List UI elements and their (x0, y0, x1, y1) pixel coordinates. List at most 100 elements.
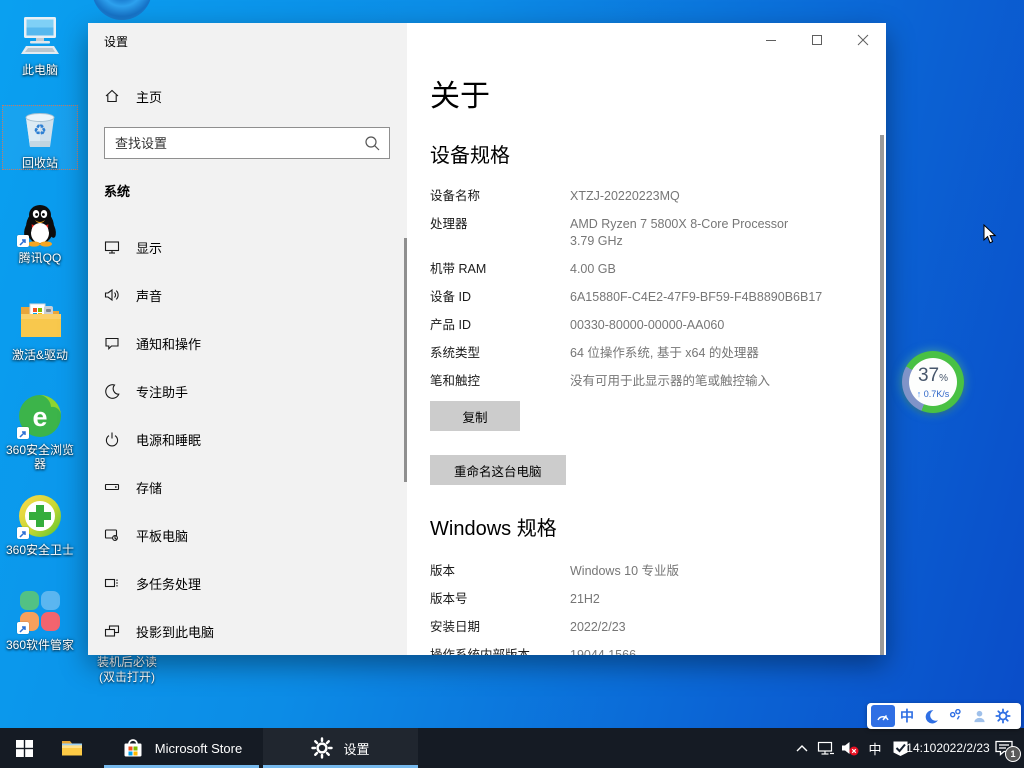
spec-label: 操作系统内部版本 (430, 647, 570, 655)
sidebar-item-power-sleep[interactable]: 电源和睡眠 (88, 415, 404, 463)
settings-sidebar: 设置 主页 系统 (88, 23, 407, 655)
spec-label: 版本号 (430, 591, 570, 608)
device-spec-rows: 设备名称 XTZJ-20220223MQ 处理器 AMD Ryzen 7 580… (430, 188, 886, 390)
sidebar-item-projecting[interactable]: 投影到此电脑 (88, 607, 404, 655)
start-button[interactable] (0, 728, 48, 768)
desktop-icon-readme[interactable]: 装机后必读(双击打开) (92, 655, 162, 685)
360-browser-icon: e (16, 392, 64, 440)
sidebar-item-multitasking[interactable]: 多任务处理 (88, 559, 404, 607)
ime-language-mode[interactable]: 中 (895, 705, 919, 727)
tray-date: 2022/2/23 (936, 741, 989, 755)
spec-label: 安装日期 (430, 619, 570, 636)
tray-volume-muted-icon[interactable] (838, 728, 862, 768)
sidebar-item-notifications[interactable]: 通知和操作 (88, 319, 404, 367)
spec-row-edition: 版本 Windows 10 专业版 (430, 563, 886, 580)
sidebar-item-label: 投影到此电脑 (136, 622, 214, 641)
desktop-icon-label: 回收站 (2, 156, 78, 170)
sidebar-item-display[interactable]: 显示 (88, 223, 404, 271)
storage-icon (104, 479, 120, 495)
sidebar-item-focus-assist[interactable]: 专注助手 (88, 367, 404, 415)
spec-row-processor: 处理器 AMD Ryzen 7 5800X 8-Core Processor 3… (430, 216, 886, 250)
desktop-icon-tencent-qq[interactable]: 腾讯QQ (2, 200, 78, 265)
tray-ime-indicator[interactable]: 中 (862, 728, 888, 768)
file-explorer-button[interactable] (48, 728, 96, 768)
spec-value: 4.00 GB (570, 261, 616, 278)
tray-time: 14:10 (906, 741, 936, 755)
desktop-icon-360-manager[interactable]: 360软件管家 (2, 587, 78, 652)
tray-clock[interactable]: 14:10 2022/2/23 (912, 728, 984, 768)
spec-value: 00330-80000-00000-AA060 (570, 317, 724, 334)
spec-row-pen-touch: 笔和触控 没有可用于此显示器的笔或触控输入 (430, 373, 886, 390)
ime-settings-gear-icon[interactable] (991, 705, 1015, 727)
spec-label: 设备名称 (430, 188, 570, 205)
tray-network-icon[interactable] (814, 728, 838, 768)
desktop-icon-label: 360安全浏览器 (2, 443, 78, 471)
ime-gauge-icon[interactable] (871, 705, 895, 727)
spec-value: 19044.1566 (570, 647, 636, 655)
maximize-button[interactable] (794, 23, 840, 57)
search-input[interactable] (105, 128, 389, 158)
device-spec-heading: 设备规格 (430, 142, 886, 170)
ime-user-icon[interactable] (967, 705, 991, 727)
taskbar-settings-label: 设置 (343, 739, 369, 758)
shortcut-arrow-icon (17, 427, 29, 439)
spec-value: 21H2 (570, 591, 600, 608)
ime-moon-icon[interactable] (919, 705, 943, 727)
notifications-icon (104, 335, 120, 351)
display-icon (104, 239, 120, 255)
desktop-icon-360-safe[interactable]: 360安全卫士 (2, 492, 78, 557)
taskbar-settings[interactable]: 设置 (263, 728, 418, 768)
spec-label: 版本 (430, 563, 570, 580)
tray-chevron-up-icon[interactable] (790, 728, 814, 768)
spec-row-ram: 机带 RAM 4.00 GB (430, 261, 886, 278)
desktop-icon-activate-drivers[interactable]: 激活&驱动 (2, 297, 78, 362)
page-title: 关于 (430, 80, 886, 114)
main-scrollbar[interactable] (880, 135, 884, 655)
rename-pc-button[interactable]: 重命名这台电脑 (430, 455, 566, 485)
tablet-icon (104, 527, 120, 543)
sidebar-nav-list: 显示 声音 通知和操作 (88, 223, 404, 655)
sidebar-item-label: 主页 (136, 87, 162, 106)
home-icon (104, 88, 120, 104)
sidebar-item-storage[interactable]: 存储 (88, 463, 404, 511)
desktop-icon-360-browser[interactable]: e 360安全浏览器 (2, 392, 78, 471)
sidebar-item-label: 通知和操作 (136, 334, 201, 353)
360-speed-widget[interactable]: 37% ↑ 0.7K/s (902, 351, 964, 413)
desktop-icon-recycle-bin[interactable]: ♻ 回收站 (2, 105, 78, 170)
sidebar-item-tablet[interactable]: 平板电脑 (88, 511, 404, 559)
shortcut-arrow-icon (17, 235, 29, 247)
widget-percent: 37% (909, 365, 957, 389)
sidebar-item-sound[interactable]: 声音 (88, 271, 404, 319)
windows-spec-heading: Windows 规格 (430, 515, 886, 543)
copy-button[interactable]: 复制 (430, 401, 520, 431)
spec-label: 设备 ID (430, 289, 570, 306)
taskbar-store-label: Microsoft Store (155, 741, 242, 756)
close-button[interactable] (840, 23, 886, 57)
sidebar-item-label: 显示 (136, 238, 162, 257)
settings-main-pane: 关于 设备规格 设备名称 XTZJ-20220223MQ 处理器 AMD Ryz… (407, 23, 886, 655)
desktop-icon-label: 此电脑 (2, 63, 78, 77)
spec-row-device-name: 设备名称 XTZJ-20220223MQ (430, 188, 886, 205)
spec-label: 产品 ID (430, 317, 570, 334)
taskbar-microsoft-store[interactable]: Microsoft Store (104, 728, 259, 768)
widget-inner: 37% ↑ 0.7K/s (909, 358, 957, 406)
minimize-button[interactable] (748, 23, 794, 57)
spec-value: 2022/2/23 (570, 619, 626, 636)
desktop-icon-label: 360安全卫士 (2, 543, 78, 557)
shortcut-arrow-icon (17, 622, 29, 634)
sidebar-item-home[interactable]: 主页 (88, 78, 404, 114)
notification-count-badge: 1 (1005, 746, 1021, 762)
action-center-icon[interactable]: 1 (984, 728, 1024, 768)
window-controls (748, 23, 886, 57)
sound-icon (104, 287, 120, 303)
taskbar: Microsoft Store 设置 (0, 728, 1024, 768)
sidebar-item-label: 存储 (136, 478, 162, 497)
spec-value: AMD Ryzen 7 5800X 8-Core Processor 3.79 … (570, 216, 788, 250)
sidebar-item-label: 专注助手 (136, 382, 188, 401)
spec-value: 没有可用于此显示器的笔或触控输入 (570, 373, 770, 390)
background-circle-decoration (92, 0, 152, 20)
ime-punctuation-icon[interactable] (943, 705, 967, 727)
desktop-icon-this-pc[interactable]: 此电脑 (2, 12, 78, 77)
this-pc-icon (16, 12, 64, 60)
search-icon[interactable] (364, 135, 381, 157)
